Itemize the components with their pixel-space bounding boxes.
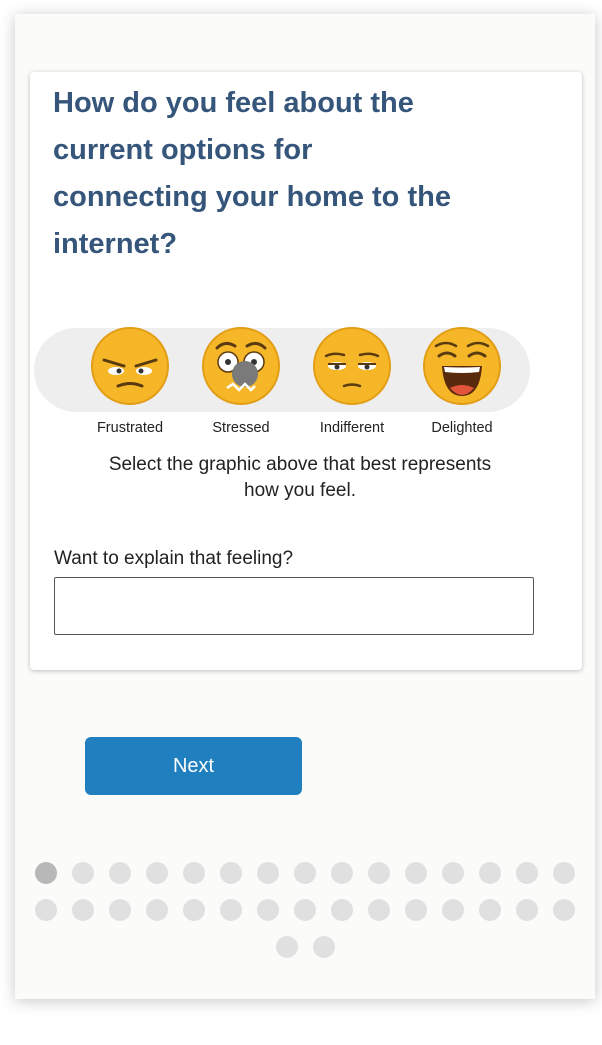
progress-dot: [294, 899, 316, 921]
progress-dot: [331, 862, 353, 884]
stressed-face-icon: [202, 327, 280, 405]
progress-dot: [479, 899, 501, 921]
mood-label: Indifferent: [319, 420, 385, 436]
progress-dot: [220, 862, 242, 884]
progress-dot: [275, 936, 298, 958]
delighted-face-icon: [423, 327, 501, 405]
question-line: connecting your home to the: [53, 181, 451, 213]
question-line: How do you feel about the: [53, 87, 414, 119]
progress-dot: [146, 862, 168, 884]
progress-dot: [109, 862, 131, 884]
mood-label: Frustrated: [96, 420, 164, 436]
survey-frame: How do you feel about the current option…: [15, 14, 595, 999]
progress-dot: [183, 862, 205, 884]
instruction-line: how you feel.: [244, 480, 356, 501]
mood-option-delighted[interactable]: Delighted: [407, 326, 517, 441]
progress-dot: [479, 862, 501, 884]
indifferent-face-icon: [313, 327, 391, 405]
instruction-line: Select the graphic above that best repre…: [108, 454, 492, 475]
progress-dot: [553, 862, 575, 884]
progress-dot: [516, 899, 538, 921]
progress-dot: [109, 899, 131, 921]
mood-option-frustrated[interactable]: Frustrated: [75, 326, 185, 441]
question-card: How do you feel about the current option…: [30, 72, 582, 670]
explain-label: Want to explain that feeling?: [54, 548, 294, 569]
progress-dot: [257, 862, 279, 884]
mood-option-indifferent[interactable]: Indifferent: [297, 326, 407, 441]
question-line: internet?: [53, 228, 178, 260]
question-title: How do you feel about the current option…: [53, 80, 523, 268]
progress-dot: [368, 862, 390, 884]
progress-dot: [220, 899, 242, 921]
progress-dot: [257, 899, 279, 921]
progress-dot: [516, 862, 538, 884]
progress-dot: [183, 899, 205, 921]
mood-instruction: Select the graphic above that best repre…: [40, 452, 560, 504]
progress-dot: [331, 899, 353, 921]
progress-dot: [553, 899, 575, 921]
mood-label: Stressed: [212, 420, 270, 436]
progress-dot: [294, 862, 316, 884]
mood-label: Delighted: [431, 420, 493, 436]
progress-dot: [442, 899, 464, 921]
progress-dot: [405, 862, 427, 884]
progress-dot: [146, 899, 168, 921]
progress-dot: [35, 862, 57, 884]
progress-dot: [405, 899, 427, 921]
progress-dot: [72, 862, 94, 884]
frustrated-face-icon: [91, 327, 169, 405]
progress-dot: [72, 899, 94, 921]
question-line: current options for: [53, 134, 313, 166]
next-button[interactable]: Next: [85, 737, 302, 795]
mood-option-stressed[interactable]: Stressed: [186, 326, 296, 441]
progress-dot: [312, 936, 335, 958]
explain-textarea[interactable]: [54, 577, 534, 635]
progress-dot: [442, 862, 464, 884]
progress-dot: [368, 899, 390, 921]
progress-dot: [35, 899, 57, 921]
